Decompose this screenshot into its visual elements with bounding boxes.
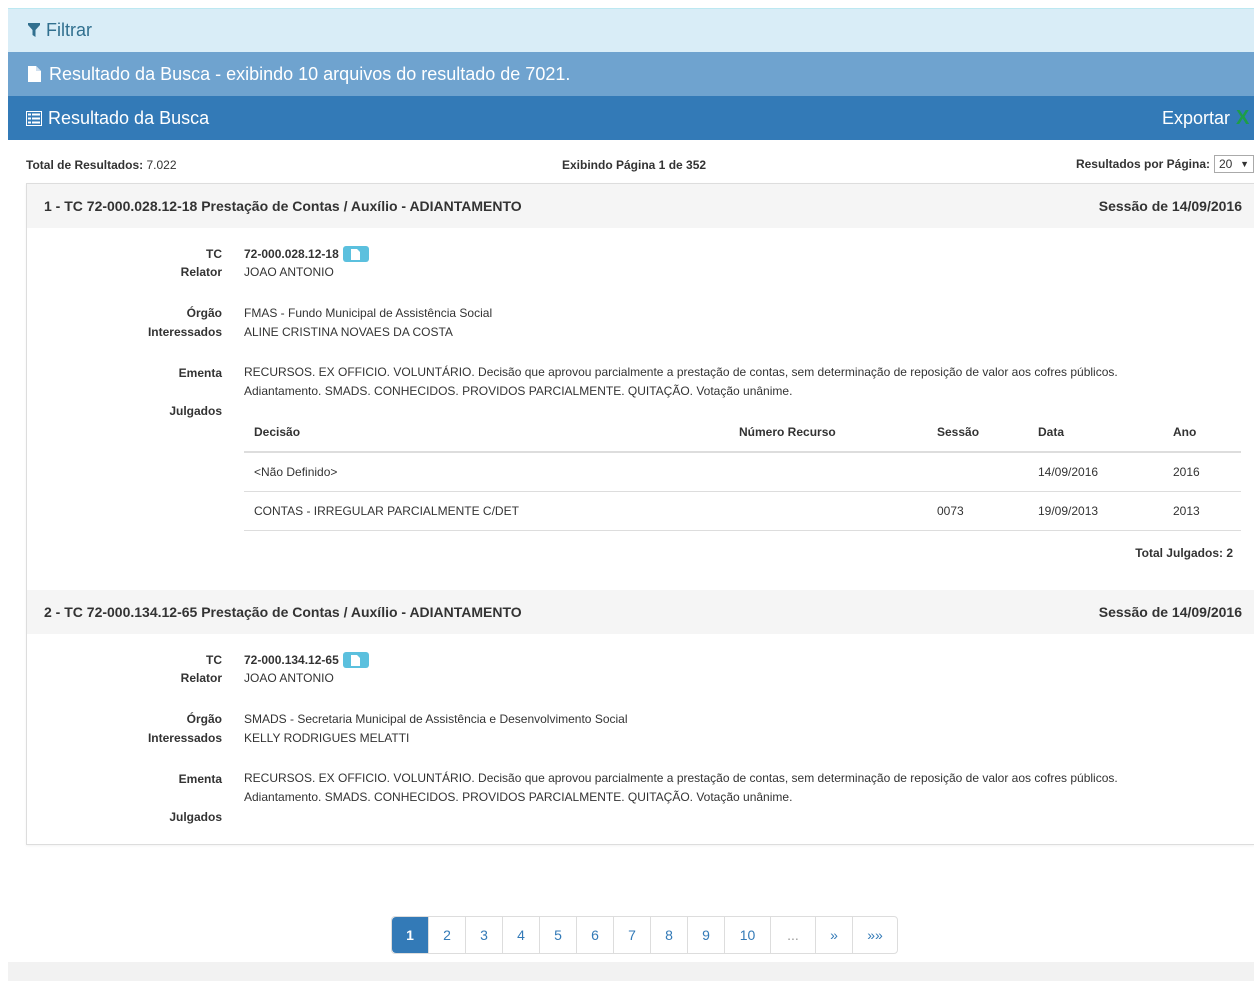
tc-value-row: 72-000.134.12-65 (244, 652, 369, 668)
cell-decisao: <Não Definido> (254, 465, 338, 479)
per-page: Resultados por Página: 20 ▼ (1076, 155, 1254, 173)
page-6[interactable]: 6 (576, 917, 613, 953)
col-data: Data (1038, 425, 1065, 439)
total-results: Total de Resultados: 7.022 (26, 158, 177, 172)
pagination: 1 2 3 4 5 6 7 8 9 10 ... » »» (391, 916, 898, 954)
relator-value: JOAO ANTONIO (244, 671, 334, 685)
document-button[interactable] (342, 652, 369, 668)
tc-number: 72-000.028.12-18 (244, 247, 339, 261)
ementa-text: RECURSOS. EX OFFICIO. VOLUNTÁRIO. Decisã… (244, 769, 1244, 807)
cell-ano: 2016 (1173, 465, 1200, 479)
page-4[interactable]: 4 (502, 917, 539, 953)
cell-sessao: 0073 (937, 504, 964, 518)
ementa-line: RECURSOS. EX OFFICIO. VOLUNTÁRIO. Decisã… (244, 771, 1118, 785)
total-julgados: Total Julgados: 2 (1135, 546, 1233, 560)
table-row: <Não Definido> 14/09/2016 2016 (244, 453, 1241, 492)
orgao-value: FMAS - Fundo Municipal de Assistência So… (244, 306, 493, 320)
total-results-value: 7.022 (146, 158, 177, 172)
orgao-value: SMADS - Secretaria Municipal de Assistên… (244, 712, 628, 726)
page-1[interactable]: 1 (392, 917, 428, 953)
page-5[interactable]: 5 (539, 917, 576, 953)
cell-decisao: CONTAS - IRREGULAR PARCIALMENTE C/DET (254, 504, 519, 518)
results-body: Total de Resultados: 7.022 Exibindo Pági… (8, 140, 1254, 962)
label-orgao: Órgão (186, 306, 222, 320)
page-10[interactable]: 10 (724, 917, 770, 953)
cell-ano: 2013 (1173, 504, 1200, 518)
page-info: Exibindo Página 1 de 352 (562, 158, 707, 172)
page-last[interactable]: »» (852, 917, 897, 953)
col-decisao: Decisão (254, 425, 301, 439)
item-header[interactable]: 1 - TC 72-000.028.12-18 Prestação de Con… (27, 184, 1254, 228)
filter-icon (28, 23, 40, 38)
relator-value: JOAO ANTONIO (244, 265, 334, 279)
page-7[interactable]: 7 (613, 917, 650, 953)
cell-data: 19/09/2013 (1038, 504, 1099, 518)
total-results-label: Total de Resultados: (26, 158, 144, 172)
label-relator: Relator (180, 671, 222, 685)
list-icon (26, 110, 42, 126)
ementa-text: RECURSOS. EX OFFICIO. VOLUNTÁRIO. Decisã… (244, 363, 1244, 401)
file-icon (28, 66, 41, 82)
col-ano: Ano (1173, 425, 1197, 439)
results-header: Resultado da Busca Exportar X (8, 96, 1254, 140)
tc-value-row: 72-000.028.12-18 (244, 246, 369, 262)
ementa-line: RECURSOS. EX OFFICIO. VOLUNTÁRIO. Decisã… (244, 365, 1118, 379)
item-session: Sessão de 14/09/2016 (1098, 604, 1242, 620)
document-button[interactable] (342, 246, 369, 262)
document-icon (351, 654, 361, 666)
ementa-line: Adiantamento. SMADS. CONHECIDOS. PROVIDO… (244, 384, 793, 398)
label-julgados: Julgados (169, 810, 222, 824)
label-ementa: Ementa (178, 366, 222, 380)
results-panel: Resultado da Busca Exportar X Total de R… (8, 96, 1254, 981)
export-button[interactable]: Exportar X (1162, 96, 1254, 140)
item-header[interactable]: 2 - TC 72-000.134.12-65 Prestação de Con… (27, 590, 1254, 634)
per-page-select[interactable]: 20 ▼ (1214, 155, 1254, 173)
page-next[interactable]: » (815, 917, 852, 953)
chevron-down-icon: ▼ (1240, 159, 1249, 169)
search-info-text: Resultado da Busca - exibindo 10 arquivo… (49, 63, 571, 84)
cell-data: 14/09/2016 (1038, 465, 1099, 479)
results-card: 1 - TC 72-000.028.12-18 Prestação de Con… (26, 183, 1254, 845)
page-2[interactable]: 2 (428, 917, 465, 953)
label-interessados: Interessados (147, 325, 222, 339)
export-label: Exportar (1161, 107, 1230, 128)
label-interessados: Interessados (147, 731, 222, 745)
filter-label: Filtrar (46, 20, 92, 40)
filter-bar[interactable]: Filtrar (8, 8, 1254, 52)
item-title: 1 - TC 72-000.028.12-18 Prestação de Con… (44, 198, 522, 214)
table-header-row: Decisão Número Recurso Sessão Data Ano (244, 413, 1241, 453)
label-tc: TC (206, 247, 222, 261)
item-session: Sessão de 14/09/2016 (1098, 198, 1242, 214)
ementa-line: Adiantamento. SMADS. CONHECIDOS. PROVIDO… (244, 790, 793, 804)
label-tc: TC (206, 653, 222, 667)
col-sessao: Sessão (937, 425, 980, 439)
results-title: Resultado da Busca (48, 107, 210, 128)
item-title: 2 - TC 72-000.134.12-65 Prestação de Con… (44, 604, 522, 620)
excel-icon: X (1236, 107, 1250, 129)
per-page-value: 20 (1219, 157, 1233, 171)
page-3[interactable]: 3 (465, 917, 502, 953)
label-relator: Relator (180, 265, 222, 279)
col-numero-recurso: Número Recurso (739, 425, 836, 439)
page-8[interactable]: 8 (650, 917, 687, 953)
interessados-value: KELLY RODRIGUES MELATTI (244, 731, 410, 745)
tc-number: 72-000.134.12-65 (244, 653, 339, 667)
label-julgados: Julgados (169, 404, 222, 418)
interessados-value: ALINE CRISTINA NOVAES DA COSTA (244, 325, 453, 339)
per-page-label: Resultados por Página: (1075, 157, 1210, 171)
table-row: CONTAS - IRREGULAR PARCIALMENTE C/DET 00… (244, 492, 1241, 531)
page-9[interactable]: 9 (687, 917, 724, 953)
document-icon (351, 248, 361, 260)
label-ementa: Ementa (178, 772, 222, 786)
search-info-bar: Resultado da Busca - exibindo 10 arquivo… (8, 52, 1254, 96)
label-orgao: Órgão (186, 712, 222, 726)
page-ellipsis: ... (770, 917, 815, 953)
